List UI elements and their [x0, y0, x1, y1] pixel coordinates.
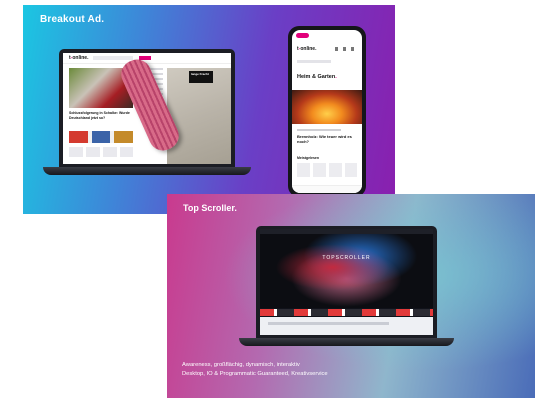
site-logo: t-online. — [69, 55, 89, 61]
most-read-heading: Meistgelesen — [297, 156, 319, 160]
description-line-2: Desktop, IO & Programmatic Guaranteed, K… — [182, 371, 328, 377]
phone-screen: t-online. Heim & Garten. Brennholz: Wie … — [292, 30, 362, 193]
phone-header-icons — [335, 47, 357, 51]
breakout-ad-panel: lange Fracht — [167, 68, 231, 164]
site-header: t-online. — [63, 53, 231, 64]
fire-image — [292, 90, 362, 124]
phone-thumbnail-row — [297, 163, 357, 177]
thumbnail-row — [69, 131, 133, 143]
top-scroller-card: Top Scroller. TOPSCROLLER Awareness, gro… — [167, 194, 535, 398]
thumbnail-row-secondary — [69, 147, 133, 157]
laptop-base — [43, 167, 251, 175]
site-nav-bar — [93, 56, 133, 60]
breakout-ad-card: Breakout Ad. t-online. Schlussfolgerung … — [23, 5, 395, 214]
top-scroller-description: Awareness, großflächig, dynamisch, inter… — [182, 361, 422, 379]
hero-headline: Schlussfolgerung in Schalke: Wurde Deuts… — [69, 111, 130, 120]
article-meta — [297, 129, 341, 131]
breakout-ad-title: Breakout Ad. — [40, 14, 105, 25]
laptop-mockup-2: TOPSCROLLER — [256, 226, 437, 338]
phone-status-pill — [296, 33, 309, 38]
phone-breadcrumb — [297, 60, 331, 63]
brand-badge: lange Fracht — [189, 71, 213, 83]
article-headline: Brennholz: Wie teuer wird es noch? — [297, 134, 352, 144]
top-scroller-ad-image: TOPSCROLLER — [260, 234, 433, 308]
top-scroller-title: Top Scroller. — [183, 203, 237, 213]
phone-mockup: t-online. Heim & Garten. Brennholz: Wie … — [288, 26, 366, 197]
laptop-base-2 — [239, 338, 454, 346]
laptop-screen-2: TOPSCROLLER — [260, 229, 433, 335]
phone-section-heading: Heim & Garten. — [297, 74, 337, 80]
description-line-1: Awareness, großflächig, dynamisch, inter… — [182, 362, 300, 368]
site-nav-strip — [260, 309, 433, 316]
top-scroller-ad-label: TOPSCROLLER — [322, 255, 371, 261]
phone-tab-bar — [292, 185, 362, 193]
site-content-area — [260, 317, 433, 335]
phone-logo: t-online. — [297, 46, 317, 52]
